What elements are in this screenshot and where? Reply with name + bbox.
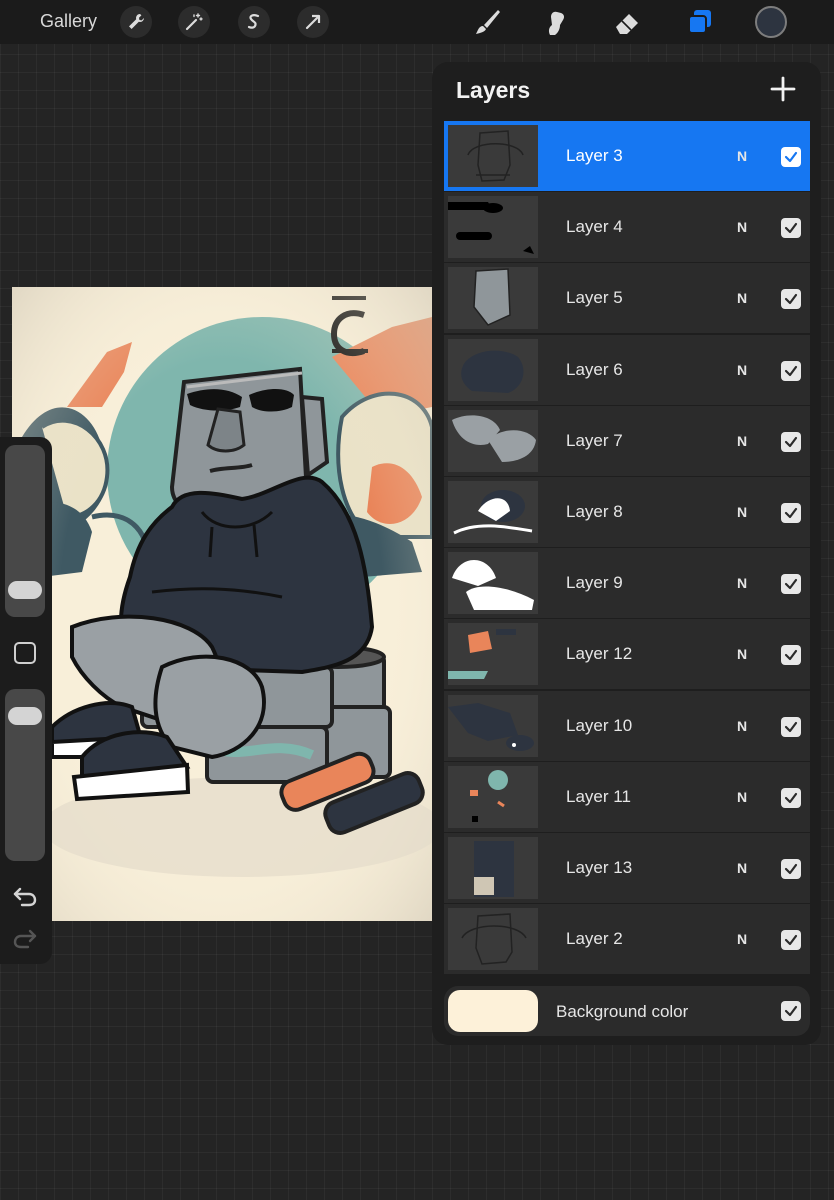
layer-thumbnail[interactable] xyxy=(448,196,538,259)
layer-row[interactable]: Layer 6 N xyxy=(444,334,810,405)
blend-mode-button[interactable]: N xyxy=(737,290,747,306)
color-picker-button[interactable] xyxy=(755,6,787,38)
layer-name: Layer 11 xyxy=(566,786,631,806)
layer-visibility-checkbox[interactable] xyxy=(781,716,801,737)
plus-icon[interactable] xyxy=(770,76,796,102)
layer-name: Layer 10 xyxy=(566,715,633,735)
layer-name: Layer 2 xyxy=(566,929,623,949)
canvas-artwork[interactable] xyxy=(12,287,432,921)
layer-row[interactable]: Layer 4 N xyxy=(444,192,810,263)
layer-visibility-checkbox[interactable] xyxy=(781,859,801,879)
wrench-icon[interactable] xyxy=(120,6,152,38)
layer-visibility-checkbox[interactable] xyxy=(781,289,801,310)
layer-visibility-checkbox[interactable] xyxy=(781,147,801,167)
layer-row[interactable]: Layer 10 N xyxy=(444,690,810,761)
layer-visibility-checkbox[interactable] xyxy=(781,431,801,452)
layer-thumbnail[interactable] xyxy=(448,552,538,615)
panel-title: Layers xyxy=(456,77,531,103)
smudge-icon[interactable] xyxy=(541,7,571,37)
eraser-icon[interactable] xyxy=(612,7,642,37)
layer-thumbnail[interactable] xyxy=(448,125,538,187)
layer-thumbnail[interactable] xyxy=(448,267,538,330)
background-color-row[interactable]: Background color xyxy=(444,986,810,1036)
layer-name: Layer 4 xyxy=(566,217,623,237)
layer-row[interactable]: Layer 8 N xyxy=(444,477,810,547)
layer-name: Layer 6 xyxy=(566,359,623,379)
layer-thumbnail[interactable] xyxy=(448,409,538,472)
background-color-label: Background color xyxy=(556,1002,689,1021)
transform-arrow-icon[interactable] xyxy=(297,6,329,38)
top-toolbar: Gallery xyxy=(0,0,834,44)
layer-name: Layer 3 xyxy=(566,146,623,165)
layer-visibility-checkbox[interactable] xyxy=(781,787,801,808)
brush-icon[interactable] xyxy=(472,7,502,37)
layer-name: Layer 8 xyxy=(566,502,623,521)
layer-thumbnail[interactable] xyxy=(448,908,538,971)
layer-visibility-checkbox[interactable] xyxy=(781,503,801,523)
layer-visibility-checkbox[interactable] xyxy=(781,574,801,595)
layer-thumbnail[interactable] xyxy=(448,338,538,401)
blend-mode-button[interactable]: N xyxy=(737,718,747,734)
modify-button[interactable] xyxy=(14,642,36,664)
layer-name: Layer 9 xyxy=(566,573,623,593)
layer-visibility-checkbox[interactable] xyxy=(781,360,801,381)
layer-row[interactable]: Layer 3 N xyxy=(444,121,810,191)
blend-mode-button[interactable]: N xyxy=(737,504,747,520)
blend-mode-button[interactable]: N xyxy=(737,931,747,947)
blend-mode-button[interactable]: N xyxy=(737,362,747,378)
layers-panel: Layers Layer 3 N Layer 4 N Layer 5 N Layer 6NL… xyxy=(432,62,821,1045)
layer-row[interactable]: Layer 2 N xyxy=(444,904,810,975)
layer-name: Layer 5 xyxy=(566,288,623,308)
layers-icon[interactable] xyxy=(685,7,715,37)
layer-name: Layer 13 xyxy=(566,858,633,877)
background-color-swatch[interactable] xyxy=(448,990,538,1032)
blend-mode-button[interactable]: N xyxy=(737,789,747,805)
left-sidebar xyxy=(0,437,52,964)
layer-thumbnail[interactable] xyxy=(448,623,538,686)
selection-s-icon[interactable] xyxy=(238,6,270,38)
layer-thumbnail[interactable] xyxy=(448,481,538,543)
layer-row[interactable]: Layer 5 N xyxy=(444,263,810,334)
opacity-thumb[interactable] xyxy=(8,706,42,725)
layer-row[interactable]: Layer 11 N xyxy=(444,761,810,832)
layer-row[interactable]: Layer 13 N xyxy=(444,833,810,903)
opacity-slider[interactable] xyxy=(5,689,45,861)
layer-visibility-checkbox[interactable] xyxy=(781,218,801,239)
blend-mode-button[interactable]: N xyxy=(737,575,747,591)
layer-thumbnail[interactable] xyxy=(448,694,538,757)
layer-visibility-checkbox[interactable] xyxy=(781,930,801,951)
layer-row[interactable]: Layer 9 N xyxy=(444,548,810,619)
layer-row[interactable]: Layer 7 N xyxy=(444,405,810,476)
blend-mode-button[interactable]: N xyxy=(737,148,747,164)
layer-visibility-checkbox[interactable] xyxy=(781,645,801,666)
blend-mode-button[interactable]: N xyxy=(737,860,747,876)
blend-mode-button[interactable]: N xyxy=(737,646,747,662)
layer-thumbnail[interactable] xyxy=(448,837,538,899)
layer-name: Layer 12 xyxy=(566,644,633,664)
brush-size-thumb[interactable] xyxy=(8,581,42,600)
background-visibility-checkbox[interactable] xyxy=(781,1001,801,1021)
layer-name: Layer 7 xyxy=(566,430,623,450)
undo-icon[interactable] xyxy=(12,885,38,907)
blend-mode-button[interactable]: N xyxy=(737,219,747,235)
layer-thumbnail[interactable] xyxy=(448,765,538,828)
gallery-button[interactable]: Gallery xyxy=(40,11,97,32)
redo-icon[interactable] xyxy=(12,927,38,949)
layer-row[interactable]: Layer 12 N xyxy=(444,619,810,690)
brush-size-slider[interactable] xyxy=(5,445,45,617)
blend-mode-button[interactable]: N xyxy=(737,433,747,449)
magic-wand-icon[interactable] xyxy=(178,6,210,38)
